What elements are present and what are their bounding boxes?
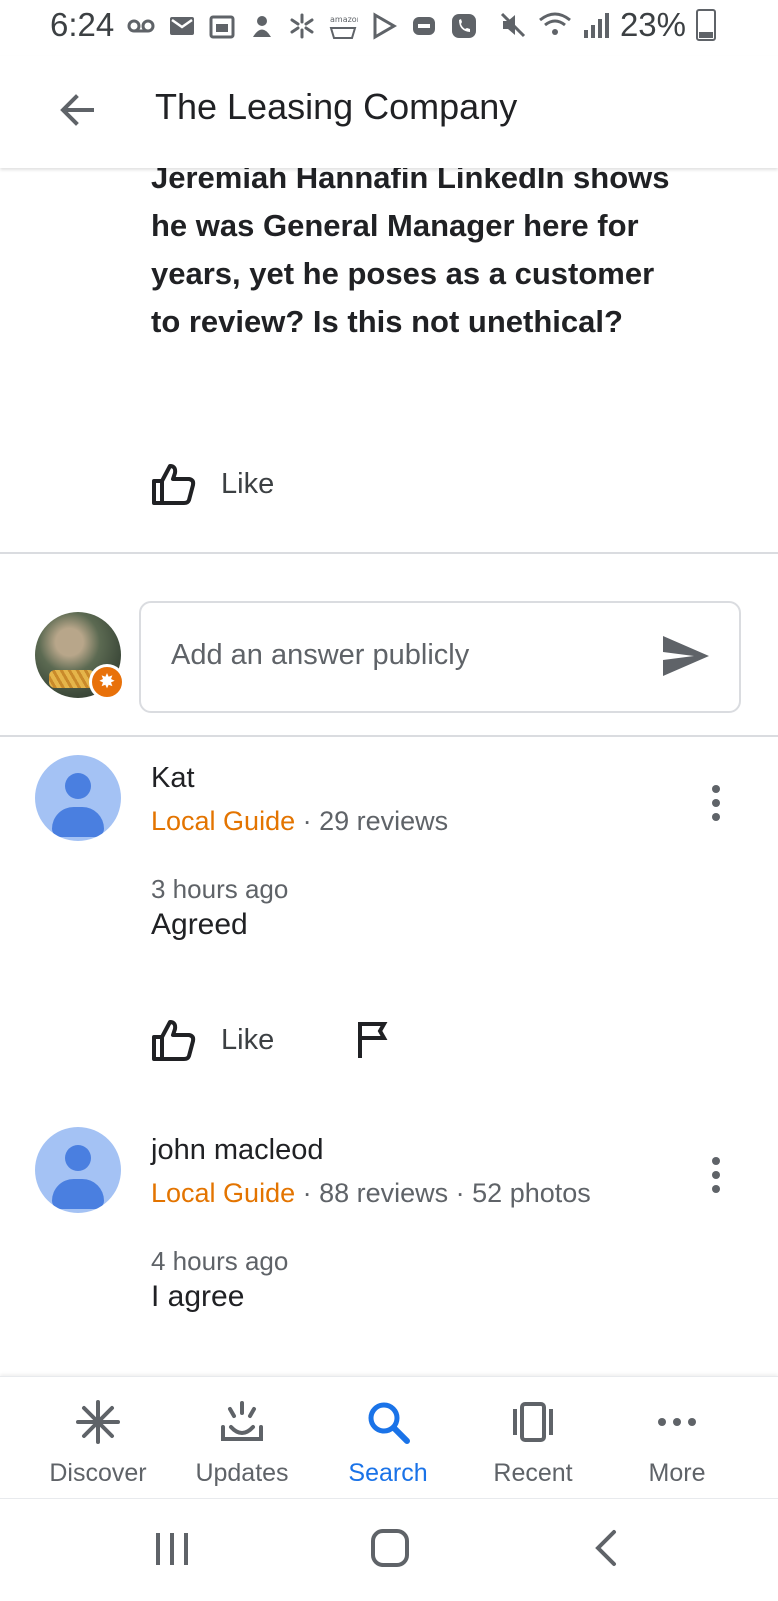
avatar-head	[65, 1145, 91, 1171]
avatar-body	[52, 1179, 104, 1209]
reviewer-meta: Local Guide · 88 reviews · 52 photos	[151, 1178, 591, 1209]
reply-timestamp: 4 hours ago	[151, 1246, 289, 1276]
more-icon	[658, 1418, 696, 1426]
reply-text: Agreed	[151, 908, 248, 941]
search-icon	[368, 1402, 410, 1444]
answer-placeholder: Add an answer publicly	[171, 639, 470, 671]
reviewer-name[interactable]: john macleod	[151, 1134, 324, 1167]
avatar[interactable]	[35, 755, 121, 841]
nav-more[interactable]: More	[607, 1377, 747, 1499]
thumbs-up-icon	[152, 464, 196, 505]
nav-discover[interactable]: Discover	[28, 1377, 168, 1499]
local-guide-label: Local Guide	[151, 1178, 296, 1208]
app-icon	[253, 16, 271, 37]
back-arrow-icon[interactable]	[48, 80, 108, 140]
nav-updates[interactable]: Updates	[172, 1377, 312, 1499]
signal-icon	[583, 13, 609, 38]
svg-text:amazon: amazon	[330, 15, 358, 24]
home-system-icon[interactable]	[366, 1527, 414, 1571]
reply-like-button[interactable]: Like	[151, 1018, 274, 1062]
recent-icon	[513, 1402, 553, 1442]
divider	[0, 552, 778, 554]
nav-label: Discover	[49, 1459, 147, 1487]
updates-icon	[221, 1401, 263, 1441]
thumbs-up-icon	[152, 1020, 196, 1061]
status-right: 23%	[498, 6, 716, 44]
nav-label: Search	[348, 1459, 428, 1487]
walmart-icon	[290, 13, 314, 39]
avatar-photo	[49, 670, 95, 688]
status-bar: 6:24 amazon 23%	[0, 0, 778, 56]
avatar-head	[65, 773, 91, 799]
battery-icon	[696, 9, 716, 41]
battery-percent: 23%	[619, 6, 686, 43]
avatar-body	[52, 807, 104, 837]
reply-actions: Like	[151, 1018, 394, 1062]
gmail-icon	[170, 17, 194, 35]
user-avatar: ✸	[35, 612, 125, 700]
nav-search[interactable]: Search	[318, 1377, 458, 1499]
divider	[0, 735, 778, 737]
overflow-menu-icon[interactable]	[704, 781, 728, 825]
question-text: Jeremiah Hannafin LinkedIn shows he was …	[151, 160, 670, 339]
mute-icon	[500, 12, 525, 38]
reply-timestamp: 3 hours ago	[151, 874, 289, 904]
notification-icons: amazon	[126, 12, 478, 40]
like-label: Like	[221, 1023, 275, 1056]
like-label: Like	[221, 467, 275, 500]
system-navigation	[0, 1498, 778, 1601]
local-guide-label: Local Guide	[151, 806, 296, 836]
app-bar: The Leasing Company	[0, 56, 778, 168]
phone-icon	[452, 14, 476, 38]
flag-icon[interactable]	[354, 1020, 394, 1060]
page-title: The Leasing Company	[155, 86, 518, 127]
reviewer-stats: · 29 reviews	[302, 806, 449, 836]
wifi-icon	[539, 12, 571, 35]
nav-recent[interactable]: Recent	[463, 1377, 603, 1499]
nav-label: Recent	[493, 1459, 573, 1487]
status-time: 6:24	[50, 6, 115, 43]
reviewer-stats: · 88 reviews · 52 photos	[302, 1178, 591, 1208]
send-icon[interactable]	[661, 633, 711, 679]
question-like-button[interactable]: Like	[151, 462, 274, 506]
reply-text: I agree	[151, 1280, 245, 1313]
answer-input[interactable]: Add an answer publicly	[139, 601, 741, 713]
reviewer-name[interactable]: Kat	[151, 762, 195, 795]
back-system-icon[interactable]	[584, 1527, 632, 1571]
play-store-icon	[373, 12, 397, 40]
reviewer-meta: Local Guide · 29 reviews	[151, 806, 448, 837]
nav-label: Updates	[195, 1459, 289, 1487]
avatar[interactable]	[35, 1127, 121, 1213]
amazon-icon: amazon	[329, 15, 358, 39]
voicemail-icon	[127, 19, 155, 33]
recents-system-icon[interactable]	[148, 1527, 196, 1571]
discover-icon	[76, 1400, 120, 1444]
bottom-navigation: Discover Updates Search Recent More	[0, 1376, 778, 1499]
nav-label: More	[648, 1459, 706, 1487]
overflow-menu-icon[interactable]	[704, 1153, 728, 1197]
local-guide-badge-icon: ✸	[89, 664, 125, 700]
calendar-icon	[209, 15, 235, 39]
messenger-icon	[413, 17, 435, 35]
